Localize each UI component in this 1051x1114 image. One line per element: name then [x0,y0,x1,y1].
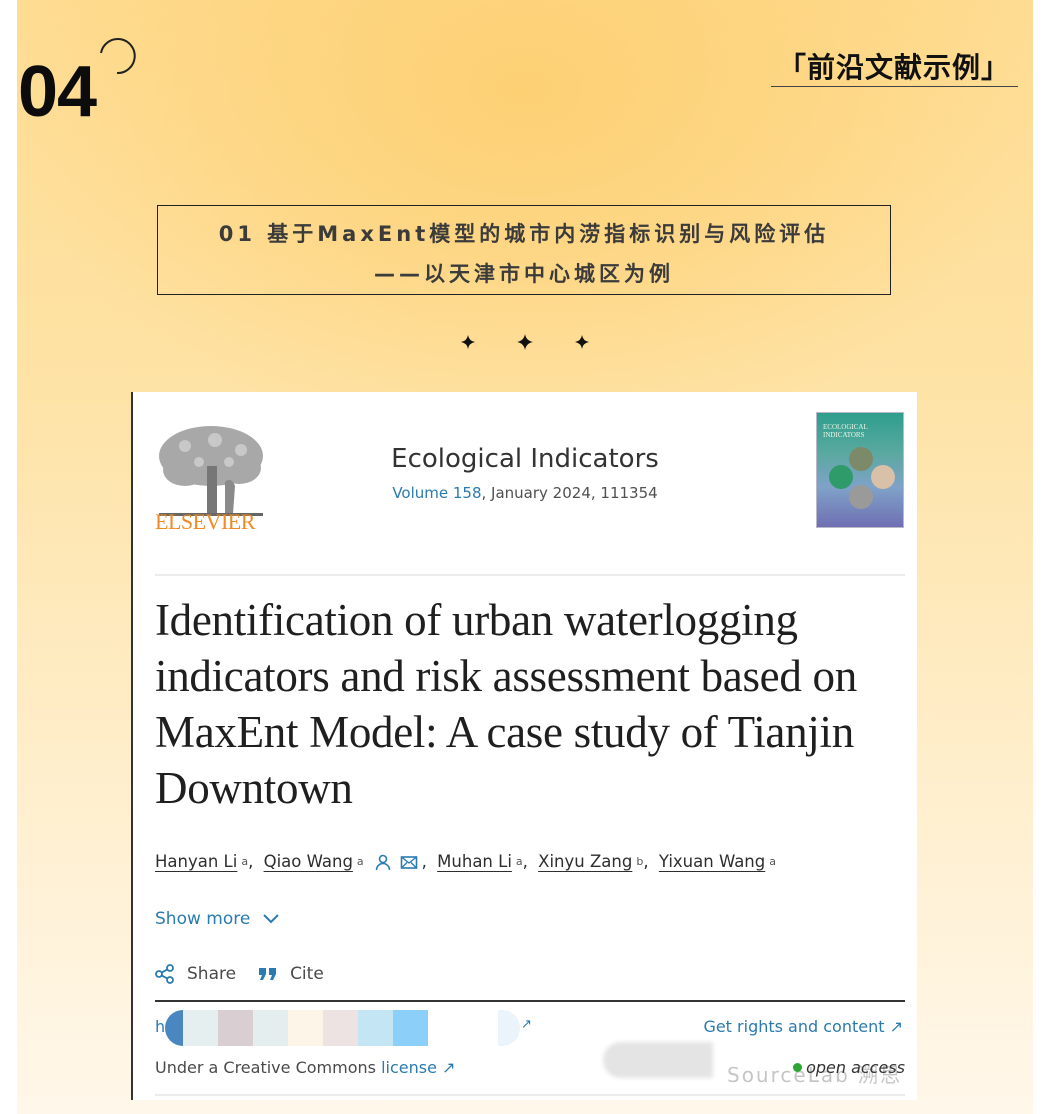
quote-icon [259,968,277,980]
affiliation-marker[interactable]: b [636,855,643,868]
journal-header: Ecological Indicators Volume 158, Januar… [133,444,917,502]
author-link[interactable]: Muhan Li [437,852,512,871]
volume-link[interactable]: Volume 158 [392,484,481,502]
arc-decoration-icon [100,38,136,75]
envelope-icon[interactable] [400,853,418,871]
journal-cover-thumbnail[interactable]: ECOLOGICAL INDICATORS [816,412,904,528]
license-info: Under a Creative Commons license ↗ [155,1058,455,1077]
author-link[interactable]: Qiao Wang [264,852,353,871]
star-icon [517,334,533,350]
corner-title-underline [771,86,1018,87]
open-access-badge: open access [793,1058,905,1077]
issue-date-pages: , January 2024, 111354 [481,484,658,502]
open-access-dot-icon [793,1063,803,1072]
header-divider [155,574,905,576]
share-icon [155,964,174,984]
chevron-down-icon [263,914,280,924]
journal-issue-info: Volume 158, January 2024, 111354 [133,484,917,502]
affiliation-marker[interactable]: a [516,855,523,868]
author-link[interactable]: Hanyan Li [155,852,237,871]
paper-heading-line2: ——以天津市中心城区为例 [374,262,674,286]
journal-name[interactable]: Ecological Indicators [133,444,917,474]
license-text: Under a Creative Commons [155,1058,382,1077]
author-link[interactable]: Yixuan Wang [659,852,765,871]
affiliation-marker[interactable]: a [769,855,776,868]
doi-redaction-mosaic [165,1010,520,1046]
article-actions: Share Cite [155,964,346,984]
person-icon[interactable] [374,853,392,871]
star-icon [460,334,476,350]
external-link-icon: ↗ [521,1017,532,1032]
star-icon [574,334,590,350]
doi-row: h ↗ Get rights and content ↗ [155,1010,905,1046]
footer-divider [155,1094,905,1096]
share-button[interactable]: Share [155,964,236,984]
cite-label: Cite [290,964,324,984]
author-link[interactable]: Xinyu Zang [538,852,632,871]
author-list: Hanyan Li a, Qiao Wang a , Muhan Li a, Xiny… [155,852,776,871]
open-access-label: open access [806,1058,905,1077]
article-screenshot-card: ELSEVIER Ecological Indicators Volume 15… [131,392,917,1100]
elsevier-wordmark: ELSEVIER [155,509,255,534]
section-number: 04 [18,52,97,132]
section-corner-title: 「前沿文献示例」 [778,51,1011,84]
affiliation-marker[interactable]: a [357,855,364,868]
cite-button[interactable]: Cite [258,964,324,984]
actions-divider [155,1000,905,1002]
share-label: Share [187,964,237,984]
paper-heading-box: 01 基于MaxEnt模型的城市内涝指标识别与风险评估 ——以天津市中心城区为例 [157,205,891,295]
article-title: Identification of urban waterlogging ind… [155,595,857,813]
star-divider [460,334,590,350]
show-more-button[interactable]: Show more [155,909,280,929]
get-rights-link[interactable]: Get rights and content ↗ [703,1017,903,1036]
show-more-label: Show more [155,909,251,929]
affiliation-marker[interactable]: a [241,855,248,868]
cover-title: ECOLOGICAL INDICATORS [823,423,868,439]
doi-link[interactable]: h [155,1017,165,1036]
paper-heading-line1: 01 基于MaxEnt模型的城市内涝指标识别与风险评估 [218,222,830,246]
watermark-blur [603,1042,713,1078]
license-link[interactable]: license ↗ [381,1058,455,1077]
